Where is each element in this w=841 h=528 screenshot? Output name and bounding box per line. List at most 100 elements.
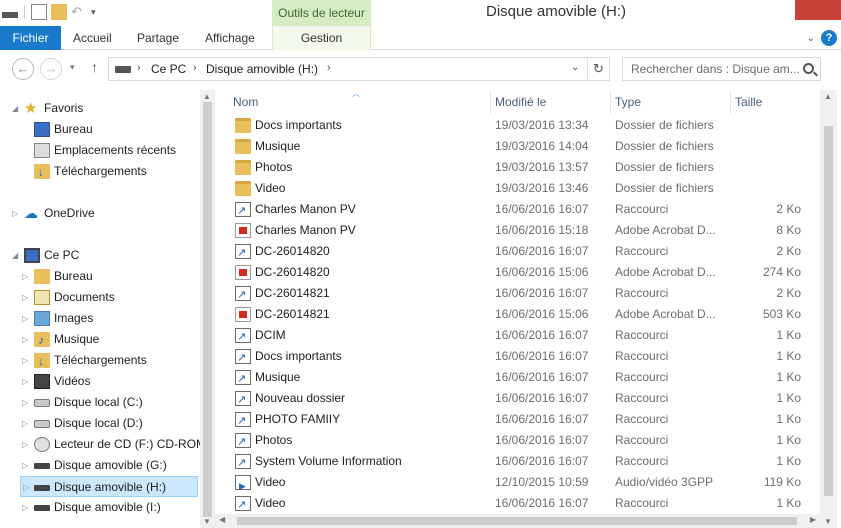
nav-pc-videos[interactable]: ▷ Vidéos bbox=[22, 371, 194, 392]
list-item[interactable]: Musique 16/06/2016 16:07 Raccourci 1 Ko bbox=[229, 367, 819, 390]
back-button[interactable]: ← bbox=[12, 58, 34, 80]
list-item[interactable]: PHOTO FAMIIY 16/06/2016 16:07 Raccourci 1 K… bbox=[229, 409, 819, 432]
scroll-down-icon[interactable]: ▼ bbox=[824, 517, 832, 526]
expand-arrow-icon[interactable]: ▷ bbox=[22, 266, 28, 287]
refresh-icon[interactable]: ↻ bbox=[587, 58, 609, 80]
nav-pc-images[interactable]: ▷ Images bbox=[22, 308, 194, 329]
expand-arrow-icon[interactable]: ▷ bbox=[22, 455, 28, 476]
list-item[interactable]: Video 12/10/2015 10:59 Audio/vidéo 3GPP 119… bbox=[229, 472, 819, 497]
column-taille[interactable]: Taille bbox=[731, 90, 819, 114]
search-input[interactable]: Rechercher dans : Disque am... bbox=[622, 57, 821, 81]
new-folder-icon[interactable] bbox=[51, 4, 67, 20]
list-item[interactable]: Video 19/03/2016 13:46 Dossier de fichiers bbox=[229, 178, 819, 199]
recent-locations-icon[interactable]: ▾ bbox=[70, 62, 75, 73]
horizontal-scrollbar-thumb[interactable] bbox=[237, 517, 797, 525]
nav-ce-pc[interactable]: ◢ Ce PC bbox=[12, 245, 194, 266]
tab-fichier[interactable]: Fichier bbox=[0, 26, 61, 50]
up-arrow-icon[interactable]: ↑ bbox=[91, 59, 98, 75]
help-icon[interactable]: ? bbox=[821, 30, 837, 46]
expand-arrow-icon[interactable]: ▷ bbox=[22, 287, 28, 308]
scroll-down-icon[interactable]: ▼ bbox=[203, 517, 211, 526]
scroll-right-icon[interactable]: ▶ bbox=[810, 515, 816, 524]
expand-arrow-icon[interactable]: ▷ bbox=[22, 308, 28, 329]
list-item[interactable]: DC-26014821 16/06/2016 15:06 Adobe Acrobat… bbox=[229, 304, 819, 325]
properties-icon[interactable] bbox=[31, 4, 47, 20]
nav-pc-downloads[interactable]: ▷ Téléchargements bbox=[22, 350, 194, 372]
column-modifie[interactable]: Modifié le bbox=[491, 90, 611, 114]
nav-favoris[interactable]: ◢ ★ Favoris bbox=[12, 98, 194, 119]
undo-icon[interactable]: ↶ bbox=[71, 4, 87, 20]
collapse-arrow-icon[interactable]: ◢ bbox=[12, 245, 18, 266]
nav-disk-d[interactable]: ▷ Disque local (D:) bbox=[22, 413, 194, 434]
shortcut-icon bbox=[235, 390, 251, 411]
column-nom[interactable]: Nom bbox=[229, 90, 491, 114]
list-item[interactable]: DC-26014820 16/06/2016 16:07 Raccourci 2 Ko bbox=[229, 241, 819, 264]
list-item[interactable]: Charles Manon PV 16/06/2016 16:07 Raccourc… bbox=[229, 199, 819, 222]
file-list-scrollbar-thumb[interactable] bbox=[824, 126, 833, 496]
collapse-arrow-icon[interactable]: ◢ bbox=[12, 98, 18, 119]
expand-ribbon-icon[interactable]: ⌄ bbox=[807, 33, 815, 44]
list-item[interactable]: Docs importants 16/06/2016 16:07 Raccourci… bbox=[229, 346, 819, 369]
breadcrumb-separator-icon[interactable]: › bbox=[193, 62, 197, 74]
file-list-scrollbar[interactable]: ▲ ▼ bbox=[820, 90, 837, 528]
expand-arrow-icon[interactable]: ▷ bbox=[22, 350, 28, 371]
tab-accueil[interactable]: Accueil bbox=[73, 26, 112, 50]
breadcrumb-current[interactable]: Disque amovible (H:) bbox=[206, 62, 318, 76]
expand-arrow-icon[interactable]: ▷ bbox=[22, 392, 28, 413]
nav-onedrive[interactable]: ▷ ☁ OneDrive bbox=[12, 203, 194, 224]
list-item[interactable]: System Volume Information 16/06/2016 16:0… bbox=[229, 451, 819, 474]
file-size: 1 Ko bbox=[776, 496, 801, 510]
nav-pc-documents[interactable]: ▷ Documents bbox=[22, 287, 194, 308]
nav-disk-c[interactable]: ▷ Disque local (C:) bbox=[22, 392, 194, 413]
expand-arrow-icon[interactable]: ▷ bbox=[22, 329, 28, 350]
horizontal-scrollbar[interactable]: ◀ ▶ bbox=[215, 514, 820, 528]
list-item[interactable]: Video 16/06/2016 16:07 Raccourci 1 Ko bbox=[229, 493, 819, 516]
customize-qat-icon[interactable]: ▾ bbox=[91, 4, 107, 20]
breadcrumb-separator-icon[interactable]: › bbox=[137, 62, 141, 74]
breadcrumb-separator-icon[interactable]: › bbox=[327, 62, 331, 74]
close-button[interactable] bbox=[795, 0, 841, 20]
nav-fav-downloads[interactable]: Téléchargements bbox=[34, 161, 194, 183]
expand-arrow-icon[interactable]: ▷ bbox=[23, 477, 29, 498]
scroll-up-icon[interactable]: ▲ bbox=[824, 92, 832, 101]
expand-arrow-icon[interactable]: ▷ bbox=[22, 413, 28, 434]
address-dropdown-icon[interactable]: ⌄ bbox=[571, 62, 579, 73]
nav-fav-bureau[interactable]: Bureau bbox=[34, 119, 194, 140]
nav-pc-bureau[interactable]: ▷ Bureau bbox=[22, 266, 194, 287]
scroll-up-icon[interactable]: ▲ bbox=[203, 92, 211, 101]
nav-pc-musique[interactable]: ▷ Musique bbox=[22, 329, 194, 351]
expand-arrow-icon[interactable]: ▷ bbox=[22, 371, 28, 392]
search-icon[interactable] bbox=[803, 63, 814, 74]
nav-fav-recent[interactable]: Emplacements récents bbox=[34, 140, 194, 161]
nav-removable-i[interactable]: ▷ Disque amovible (I:) bbox=[22, 497, 194, 518]
breadcrumb-ce-pc[interactable]: Ce PC bbox=[151, 62, 186, 76]
list-item[interactable]: Nouveau dossier 16/06/2016 16:07 Raccourci… bbox=[229, 388, 819, 411]
list-item[interactable]: Photos 16/06/2016 16:07 Raccourci 1 Ko bbox=[229, 430, 819, 453]
window-controls bbox=[795, 0, 841, 20]
list-item[interactable]: Docs importants 19/03/2016 13:34 Dossier d… bbox=[229, 115, 819, 136]
drive-icon[interactable] bbox=[2, 11, 18, 18]
expand-arrow-icon[interactable]: ▷ bbox=[22, 497, 28, 518]
address-bar[interactable]: › Ce PC › Disque amovible (H:) › ⌄ ↻ bbox=[108, 57, 610, 81]
list-item[interactable]: DC-26014820 16/06/2016 15:06 Adobe Acrobat… bbox=[229, 262, 819, 283]
tab-gestion[interactable]: Gestion bbox=[272, 26, 371, 50]
list-item[interactable]: DC-26014821 16/06/2016 16:07 Raccourci 2 Ko bbox=[229, 283, 819, 306]
folder-icon bbox=[235, 118, 251, 133]
nav-cd-f[interactable]: ▷ Lecteur de CD (F:) CD-ROM bbox=[22, 434, 206, 455]
list-item[interactable]: DCIM 16/06/2016 16:07 Raccourci 1 Ko bbox=[229, 325, 819, 348]
expand-arrow-icon[interactable]: ▷ bbox=[22, 434, 28, 455]
tab-affichage[interactable]: Affichage bbox=[205, 26, 255, 50]
window-title: Disque amovible (H:) bbox=[486, 3, 627, 20]
column-type[interactable]: Type bbox=[611, 90, 731, 114]
forward-button[interactable]: → bbox=[40, 58, 62, 80]
scroll-left-icon[interactable]: ◀ bbox=[219, 515, 225, 524]
nav-scrollbar[interactable]: ▲ ▼ bbox=[200, 90, 215, 528]
nav-scrollbar-thumb[interactable] bbox=[203, 102, 212, 517]
nav-removable-g[interactable]: ▷ Disque amovible (G:) bbox=[22, 455, 194, 476]
nav-removable-h[interactable]: ▷ Disque amovible (H:) bbox=[20, 476, 198, 497]
list-item[interactable]: Charles Manon PV 16/06/2016 15:18 Adobe Ac… bbox=[229, 220, 819, 241]
tab-partage[interactable]: Partage bbox=[137, 26, 179, 50]
list-item[interactable]: Photos 19/03/2016 13:57 Dossier de fichier… bbox=[229, 157, 819, 178]
list-item[interactable]: Musique 19/03/2016 14:04 Dossier de fichie… bbox=[229, 136, 819, 157]
expand-arrow-icon[interactable]: ▷ bbox=[12, 203, 18, 224]
